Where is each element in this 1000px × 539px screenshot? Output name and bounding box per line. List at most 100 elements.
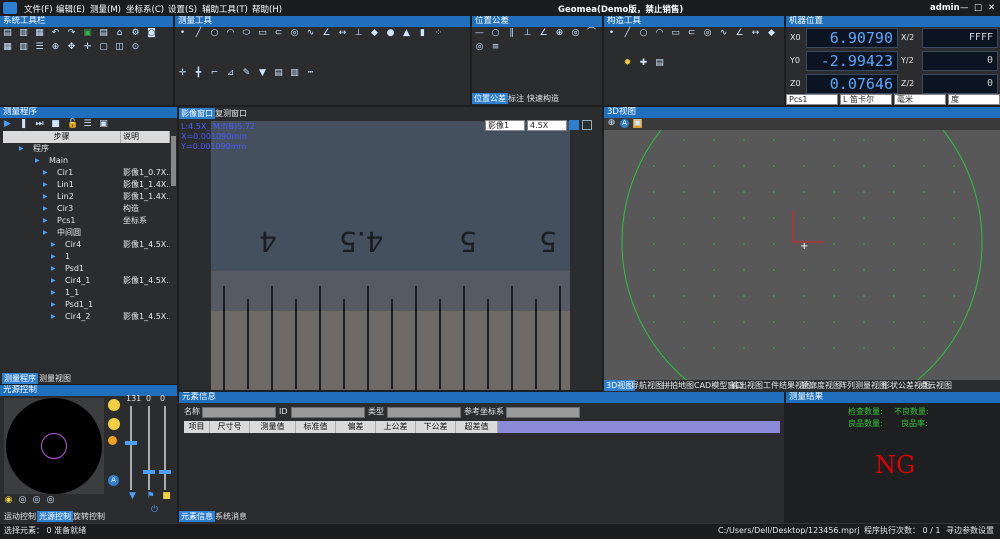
tab-measure-program[interactable]: 测量程序 [2,373,38,384]
slider-handle-3[interactable] [159,470,171,474]
c-circle-icon[interactable]: ○ [639,29,648,38]
tab-annotation[interactable]: 标注 [506,93,526,104]
c-curve-icon[interactable]: ∿ [719,29,728,38]
tab-system-message[interactable]: 系统消息 [213,511,249,522]
run-icon[interactable]: ▶ [3,120,12,129]
concentric-icon[interactable]: ◎ [571,29,580,38]
list-item[interactable]: ▶ Cir4 影像1_4.5X... [3,239,170,251]
expand-icon[interactable]: ▶ [51,299,56,311]
ellipse-icon[interactable]: ⬭ [242,29,251,38]
line-tol-icon[interactable]: — [475,29,484,38]
tab-retest-window[interactable]: 复测窗口 [213,108,249,119]
excel-icon[interactable]: ▣ [83,29,92,38]
move-icon[interactable]: ✥ [67,43,76,52]
expand-icon[interactable]: ▶ [43,215,48,227]
list-item[interactable]: ▶ Cir3 构造 [3,203,170,215]
tab-quick-construct[interactable]: 快速构造 [525,93,561,104]
fit-icon[interactable] [569,120,579,130]
cross-icon[interactable]: ✛ [178,69,187,78]
pause-icon[interactable]: ❚ [19,120,28,129]
frame-icon[interactable]: ▢ [99,43,108,52]
list-item[interactable]: ▶ 中间圆 [3,227,170,239]
home-icon[interactable]: ⌂ [115,29,124,38]
c-angle-icon[interactable]: ∠ [735,29,744,38]
light-center[interactable] [41,433,67,459]
tab-view-9[interactable]: 点云视图 [918,380,954,391]
menu-tools[interactable]: 辅助工具(T) [202,3,248,15]
profile-icon[interactable]: ⌒ [587,29,596,38]
expand-icon[interactable]: ▶ [51,311,56,323]
projection-select[interactable]: L 笛卡尔 [840,94,892,105]
filter-icon[interactable]: ▼ [258,69,267,78]
c-copy-icon[interactable]: ▤ [655,59,664,68]
light-source-3-icon[interactable] [108,436,117,445]
lock-icon[interactable]: 🔓 [67,120,78,129]
view-a-icon[interactable]: A [620,119,629,128]
c-ring-icon[interactable]: ◎ [703,29,712,38]
expand-icon[interactable]: ▶ [51,275,56,287]
c-dist-icon[interactable]: ↔ [751,29,760,38]
list-icon[interactable]: ☰ [83,120,92,129]
table-icon[interactable]: ▤ [274,69,283,78]
c-point-icon[interactable]: • [607,29,616,38]
tab-light-control[interactable]: 光源控制 [37,511,73,522]
light-source-2-icon[interactable] [108,418,120,430]
c-bulb-icon[interactable]: ✹ [623,59,632,68]
expand-icon[interactable]: ▶ [51,251,56,263]
list-icon[interactable]: ☰ [35,43,44,52]
light-icon-c[interactable]: ■ [162,492,171,501]
tab-view-2[interactable]: 拼拍地图 [660,380,696,391]
coaxial-icon[interactable]: ◎ [475,43,484,52]
undo-icon[interactable]: ↶ [51,29,60,38]
list-item[interactable]: ▶ Lin2 影像1_1.4X... [3,191,170,203]
c-rect-icon[interactable]: ▭ [671,29,680,38]
angle-unit-select[interactable]: 度 [948,94,1000,105]
3d-scene[interactable]: + [604,130,1000,380]
maximize-button[interactable]: □ [974,3,982,13]
rect-icon[interactable]: ▭ [258,29,267,38]
tab-position-tolerance[interactable]: 位置公差 [472,93,508,104]
edge-settings-button[interactable]: 寻边参数设置 [946,525,994,537]
grid-icon[interactable]: ▦ [3,43,12,52]
expand-icon[interactable]: ▶ [43,191,48,203]
expand-icon[interactable]: ▶ [43,227,48,239]
edge-icon[interactable]: ⌐ [210,69,219,78]
cloud-icon[interactable]: ⁘ [434,29,443,38]
target-icon[interactable]: ⊕ [51,43,60,52]
cone-icon[interactable]: ▲ [402,29,411,38]
expand-icon[interactable]: ▶ [19,143,24,155]
angle-tol-icon[interactable]: ∠ [539,29,548,38]
tab-view-4[interactable]: 输出视图 [729,380,765,391]
arc-icon[interactable]: ◠ [226,29,235,38]
light-slider-2[interactable] [148,406,150,490]
redo-icon[interactable]: ↷ [67,29,76,38]
point-icon[interactable]: • [178,29,187,38]
sphere-icon[interactable]: ● [386,29,395,38]
expand-icon[interactable]: ▶ [35,155,40,167]
program-scrollbar[interactable] [171,136,176,186]
c-plane-icon[interactable]: ◆ [767,29,776,38]
light-source-1-icon[interactable] [108,399,120,411]
minimize-button[interactable]: — [960,3,969,13]
save-icon[interactable]: ▦ [35,29,44,38]
tab-icon[interactable]: ▥ [290,69,299,78]
symmetry-icon[interactable]: ≡ [491,43,500,52]
3d-view[interactable]: ⊕ A ▣ + [604,118,1000,380]
light-ring-display[interactable] [4,398,104,494]
stop-icon[interactable]: ■ [51,120,60,129]
distance-icon[interactable]: ↔ [338,29,347,38]
zoom-icon[interactable]: ⊙ [131,43,140,52]
position-icon[interactable]: ⊕ [555,29,564,38]
menu-help[interactable]: 帮助(H) [252,3,282,15]
camera-select[interactable]: 影像1 [485,120,525,131]
layout-icon[interactable]: ▥ [19,43,28,52]
parallel-icon[interactable]: ∥ [507,29,516,38]
light-slider-3[interactable] [164,406,166,490]
id-field[interactable] [291,407,365,418]
line-icon[interactable]: ╱ [194,29,203,38]
fullscreen-icon[interactable] [582,120,592,130]
unit-select[interactable]: 毫米 [894,94,946,105]
tab-element-info[interactable]: 元素信息 [179,511,215,522]
step-icon[interactable]: ⏭ [35,120,44,129]
slot-icon[interactable]: ⊂ [274,29,283,38]
